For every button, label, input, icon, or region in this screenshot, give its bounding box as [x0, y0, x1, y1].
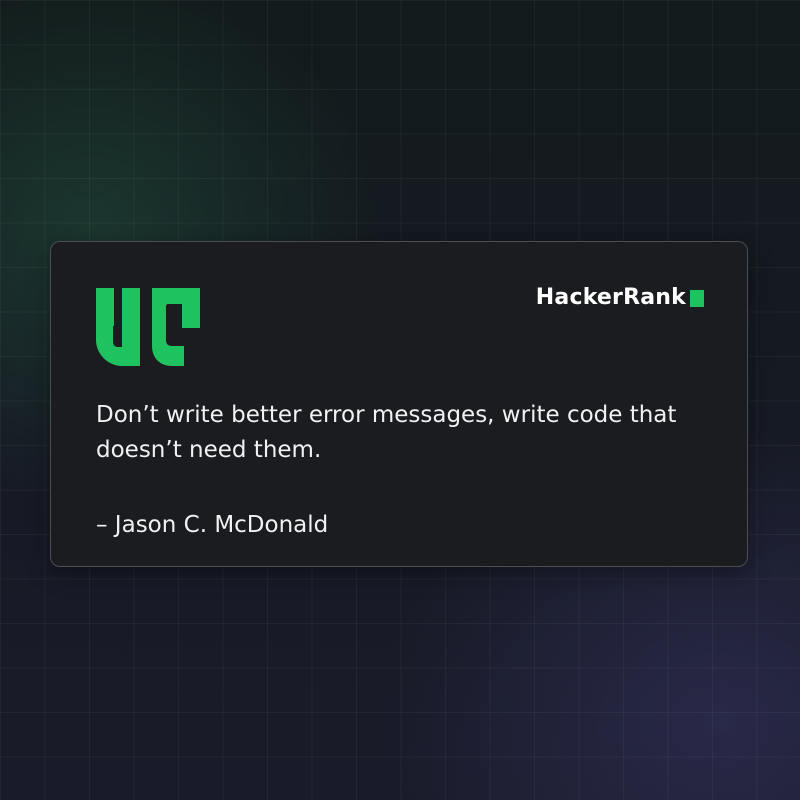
- quote-author: – Jason C. McDonald: [96, 512, 329, 538]
- hackerrank-logo: HackerRank: [536, 285, 704, 310]
- opening-quote-icon: [96, 288, 200, 366]
- quote-text: Don’t write better error messages, write…: [96, 402, 677, 463]
- brand-name: HackerRank: [535, 285, 686, 310]
- brand-block-icon: [690, 290, 704, 307]
